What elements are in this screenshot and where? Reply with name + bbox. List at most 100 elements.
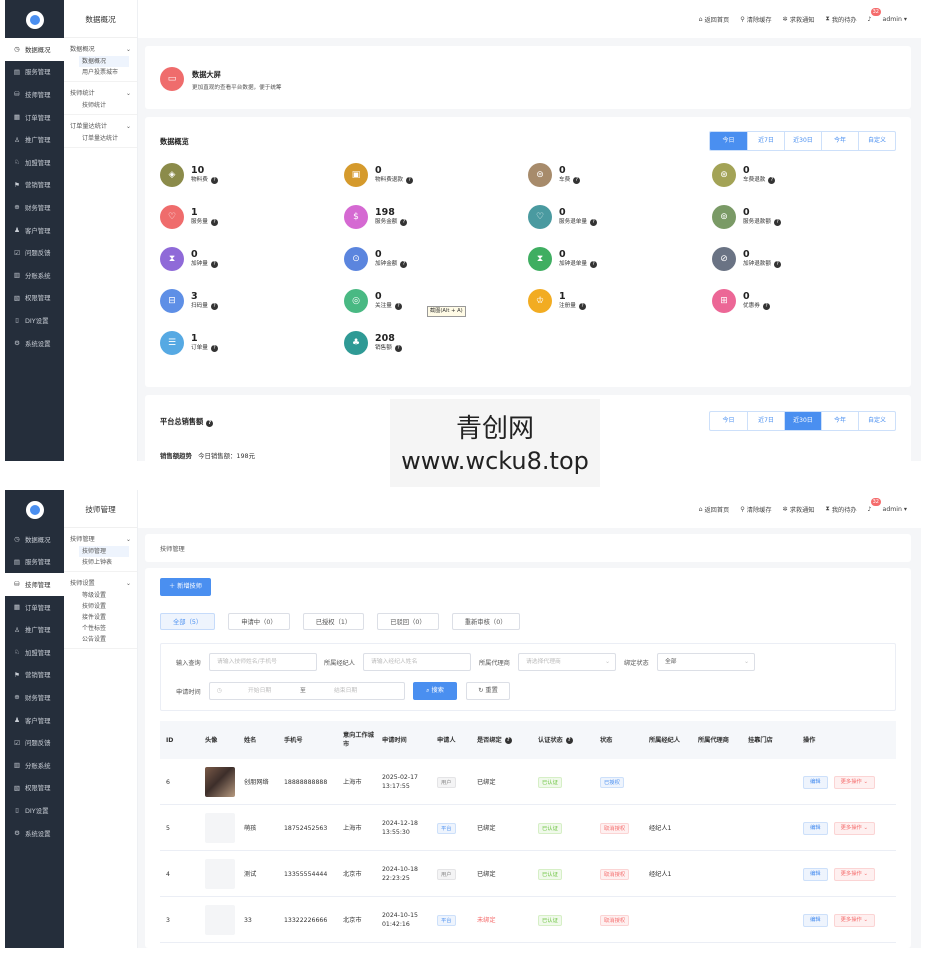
- more-actions-button[interactable]: 更多操作 ⌄: [833, 867, 875, 881]
- menu-item[interactable]: ☑ 问题反馈: [5, 731, 64, 754]
- help-icon[interactable]: ?: [762, 303, 770, 310]
- edit-button[interactable]: 编辑: [803, 913, 828, 927]
- status-tab[interactable]: 申请中（0）: [228, 613, 290, 630]
- help-icon[interactable]: ?: [394, 345, 402, 352]
- menu-item[interactable]: ▤ 服务管理: [5, 61, 64, 84]
- sub-menu-group-header[interactable]: 技师管理 ⌄: [64, 534, 137, 546]
- help-icon[interactable]: ?: [210, 261, 218, 268]
- sub-menu-group-header[interactable]: 订单量达统计 ⌄: [64, 121, 137, 133]
- date-filter-button[interactable]: 近7日: [747, 132, 784, 150]
- sub-menu-group-header[interactable]: 数据概况 ⌄: [64, 44, 137, 56]
- home-link[interactable]: ⌂ 返回首页: [699, 505, 730, 514]
- sub-menu-item[interactable]: 个性标签: [64, 623, 137, 634]
- clear-cache-link[interactable]: ⚲ 清除缓存: [740, 505, 771, 514]
- sub-menu-item[interactable]: 等级设置: [64, 590, 137, 601]
- more-actions-button[interactable]: 更多操作 ⌄: [833, 913, 875, 927]
- help-icon[interactable]: ?: [210, 219, 218, 226]
- menu-item[interactable]: ▯ DIY设置: [5, 309, 64, 332]
- menu-item[interactable]: ♘ 加盟管理: [5, 151, 64, 174]
- help-icon[interactable]: ?: [773, 219, 781, 226]
- search-button[interactable]: ⌕ 搜索: [413, 682, 457, 700]
- menu-item[interactable]: ▥ 分账系统: [5, 754, 64, 777]
- menu-item[interactable]: ▤ 服务管理: [5, 551, 64, 574]
- sub-menu-item[interactable]: 技师设置: [64, 601, 137, 612]
- user-menu[interactable]: admin ▾: [883, 16, 907, 23]
- notification-bell[interactable]: ♪ 32: [868, 497, 881, 513]
- proxy-select[interactable]: 请选择代理商 ⌄: [518, 653, 616, 671]
- status-tab[interactable]: 已授权（1）: [302, 613, 365, 630]
- menu-item[interactable]: ▥ 分账系统: [5, 264, 64, 287]
- menu-item[interactable]: ▧ 权限管理: [5, 287, 64, 310]
- help-icon[interactable]: ?: [400, 219, 408, 226]
- notification-bell[interactable]: ♪ 32: [868, 7, 881, 23]
- help-icon[interactable]: ?: [565, 736, 573, 744]
- sub-menu-item[interactable]: 技师统计: [64, 100, 137, 111]
- menu-item[interactable]: ⚑ 营销管理: [5, 174, 64, 197]
- sub-menu-item[interactable]: 用户投票城市: [64, 67, 137, 78]
- todo-link[interactable]: ⧗ 我的待办: [825, 15, 856, 24]
- menu-item[interactable]: ⊕ 财务管理: [5, 686, 64, 709]
- more-actions-button[interactable]: 更多操作 ⌄: [833, 775, 875, 789]
- help-icon[interactable]: ?: [573, 177, 581, 184]
- help-icon[interactable]: ?: [400, 261, 408, 268]
- menu-item[interactable]: ♙ 推广管理: [5, 618, 64, 641]
- menu-item[interactable]: ⛁ 技师管理: [5, 573, 64, 596]
- date-filter-button[interactable]: 近30日: [784, 132, 821, 150]
- edit-button[interactable]: 编辑: [803, 775, 828, 789]
- sub-menu-group-header[interactable]: 技师设置 ⌄: [64, 578, 137, 590]
- help-icon[interactable]: ?: [768, 177, 776, 184]
- date-filter-button[interactable]: 今日: [710, 132, 747, 150]
- help-notice-link[interactable]: ✲ 求救通知: [783, 15, 815, 24]
- scrollbar[interactable]: [921, 0, 927, 461]
- menu-item[interactable]: ♟ 客户管理: [5, 709, 64, 732]
- bind-select[interactable]: 全部 ⌄: [657, 653, 755, 671]
- help-icon[interactable]: ?: [210, 177, 218, 184]
- menu-item[interactable]: ▦ 订单管理: [5, 106, 64, 129]
- date-filter-button[interactable]: 自定义: [858, 412, 895, 430]
- menu-item[interactable]: ⚙ 系统设置: [5, 332, 64, 355]
- menu-item[interactable]: ◷ 数据概况: [5, 38, 64, 61]
- todo-link[interactable]: ⧗ 我的待办: [825, 505, 856, 514]
- sub-menu-item[interactable]: 数据概况: [79, 56, 129, 67]
- sub-menu-item[interactable]: 技师上钟表: [64, 557, 137, 568]
- menu-item[interactable]: ☑ 问题反馈: [5, 241, 64, 264]
- help-icon[interactable]: ?: [773, 261, 781, 268]
- big-screen-banner[interactable]: ▭ 数据大屏 更加直观的查看平台数据，便于统筹: [145, 46, 911, 109]
- reset-button[interactable]: ↻ 重置: [466, 682, 510, 700]
- menu-item[interactable]: ◷ 数据概况: [5, 528, 64, 551]
- menu-item[interactable]: ▯ DIY设置: [5, 799, 64, 822]
- status-tab[interactable]: 重新审核（0）: [451, 613, 520, 630]
- menu-item[interactable]: ⚙ 系统设置: [5, 822, 64, 845]
- scrollbar[interactable]: [921, 490, 927, 948]
- sub-menu-group-header[interactable]: 技师统计 ⌄: [64, 88, 137, 100]
- menu-item[interactable]: ♟ 客户管理: [5, 219, 64, 242]
- user-menu[interactable]: admin ▾: [883, 506, 907, 513]
- help-icon[interactable]: ?: [210, 303, 218, 310]
- date-filter-button[interactable]: 今年: [821, 132, 858, 150]
- help-notice-link[interactable]: ✲ 求救通知: [783, 505, 815, 514]
- sub-menu-item[interactable]: 技师管理: [79, 546, 129, 557]
- menu-item[interactable]: ▧ 权限管理: [5, 777, 64, 800]
- home-link[interactable]: ⌂ 返回首页: [699, 15, 730, 24]
- more-actions-button[interactable]: 更多操作 ⌄: [833, 821, 875, 835]
- date-filter-button[interactable]: 近30日: [784, 412, 821, 430]
- help-icon[interactable]: ?: [206, 420, 214, 427]
- menu-item[interactable]: ⊕ 财务管理: [5, 196, 64, 219]
- date-range-picker[interactable]: ◷ 开始日期 至 结束日期: [209, 682, 405, 700]
- add-technician-button[interactable]: ＋ 新增技师: [160, 578, 211, 596]
- help-icon[interactable]: ?: [405, 177, 413, 184]
- menu-item[interactable]: ♙ 推广管理: [5, 128, 64, 151]
- menu-item[interactable]: ♘ 加盟管理: [5, 641, 64, 664]
- date-filter-button[interactable]: 自定义: [858, 132, 895, 150]
- sub-menu-item[interactable]: 接件设置: [64, 612, 137, 623]
- edit-button[interactable]: 编辑: [803, 821, 828, 835]
- status-tab[interactable]: 已驳回（0）: [377, 613, 439, 630]
- date-filter-button[interactable]: 今年: [821, 412, 858, 430]
- status-tab[interactable]: 全部（5）: [160, 613, 216, 630]
- agent-input[interactable]: 请输入经纪人姓名: [363, 653, 471, 671]
- help-icon[interactable]: ?: [504, 736, 512, 744]
- edit-button[interactable]: 编辑: [803, 867, 828, 881]
- sub-menu-item[interactable]: 公告设置: [64, 634, 137, 645]
- help-icon[interactable]: ?: [578, 303, 586, 310]
- help-icon[interactable]: ?: [589, 261, 597, 268]
